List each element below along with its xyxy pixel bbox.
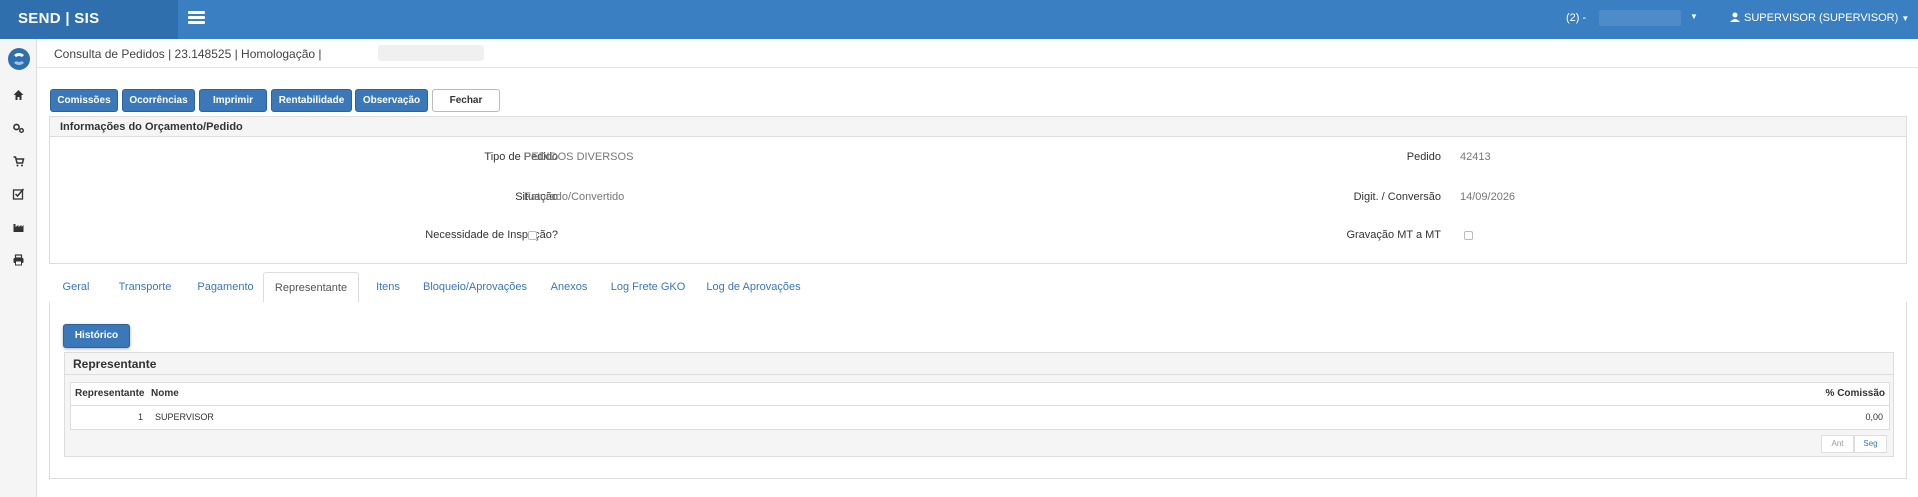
observacao-button[interactable]: Observação xyxy=(355,89,428,112)
user-name: SUPERVISOR (SUPERVISOR) xyxy=(1744,12,1899,24)
print-icon[interactable] xyxy=(12,254,25,266)
fechar-button[interactable]: Fechar xyxy=(432,89,500,112)
tab-itens[interactable]: Itens xyxy=(366,272,410,303)
tab-log-aprovacoes[interactable]: Log de Aprovações xyxy=(698,272,809,303)
digit-conversao-label: Digit. / Conversão xyxy=(1353,191,1441,203)
tipo-pedido-value: PEDIDOS DIVERSOS xyxy=(524,151,634,163)
left-sidebar xyxy=(0,39,37,497)
page-header: Consulta de Pedidos | 23.148525 | Homolo… xyxy=(37,39,1918,68)
tab-transporte[interactable]: Transporte xyxy=(107,272,183,303)
digit-conversao-value: 14/09/2026 xyxy=(1460,191,1516,203)
gravacao-label: Gravação MT a MT xyxy=(1346,229,1441,241)
menu-toggle-icon[interactable] xyxy=(188,11,205,25)
checklist-icon[interactable] xyxy=(12,188,25,200)
ocorrencias-button[interactable]: Ocorrências xyxy=(122,89,195,112)
environment-name-redacted xyxy=(378,45,484,61)
tab-bloqueio-aprovacoes[interactable]: Bloqueio/Aprovações xyxy=(414,272,536,303)
column-header-comissao[interactable]: % Comissão xyxy=(1826,383,1885,405)
pedido-value: 42413 xyxy=(1460,151,1491,163)
user-icon xyxy=(1730,12,1740,22)
chevron-down-icon: ▼ xyxy=(1901,14,1910,23)
tab-anexos[interactable]: Anexos xyxy=(540,272,598,303)
column-header-nome[interactable]: Nome xyxy=(151,383,179,405)
pedido-label: Pedido xyxy=(1406,151,1441,163)
cell-comissao: 0,00 xyxy=(1865,412,1883,422)
app-brand[interactable]: SEND | SIS xyxy=(0,0,178,39)
situacao-value: Faturado/Convertido xyxy=(524,191,625,203)
factory-icon[interactable] xyxy=(12,221,25,233)
comissoes-button[interactable]: Comissões xyxy=(50,89,118,112)
top-navbar: SEND | SIS (2) - ▼ SUPERVISOR (SUPERVISO… xyxy=(0,0,1918,39)
tab-representante[interactable]: Representante xyxy=(263,272,359,304)
order-info-panel: Informações do Orçamento/Pedido Tipo de … xyxy=(49,116,1907,264)
imprimir-button[interactable]: Imprimir xyxy=(199,89,267,112)
representante-panel-title: Representante xyxy=(65,353,1893,375)
representante-grid: Representante Nome % Comissão 1 SUPERVIS… xyxy=(70,382,1890,430)
gears-icon[interactable] xyxy=(12,122,25,134)
tab-log-frete-gko[interactable]: Log Frete GKO xyxy=(602,272,694,303)
inspecao-label: Necessidade de Inspeção? xyxy=(425,229,558,241)
cell-codigo: 1 xyxy=(137,412,143,422)
branch-selector[interactable]: (2) - xyxy=(1566,12,1586,24)
tab-geral[interactable]: Geral xyxy=(51,272,101,303)
home-icon[interactable] xyxy=(12,89,25,101)
pager-next-button[interactable]: Seg xyxy=(1854,435,1887,453)
rentabilidade-button[interactable]: Rentabilidade xyxy=(271,89,352,112)
user-menu[interactable]: SUPERVISOR (SUPERVISOR) ▼ xyxy=(1730,12,1909,24)
column-header-representante[interactable]: Representante xyxy=(75,383,144,405)
gravacao-checkbox[interactable] xyxy=(1464,231,1473,240)
inspecao-checkbox[interactable] xyxy=(528,231,537,240)
chevron-down-icon[interactable]: ▼ xyxy=(1690,12,1698,21)
representante-panel: Representante Representante Nome % Comis… xyxy=(64,352,1894,457)
cell-nome: SUPERVISOR xyxy=(155,412,214,422)
cart-icon[interactable] xyxy=(12,155,25,167)
order-info-title: Informações do Orçamento/Pedido xyxy=(50,117,1906,137)
tab-pagamento[interactable]: Pagamento xyxy=(188,272,263,303)
tab-bar: Geral Transporte Pagamento Representante… xyxy=(49,272,1907,304)
page-title: Consulta de Pedidos | 23.148525 | Homolo… xyxy=(54,47,322,61)
app-logo-icon[interactable] xyxy=(7,47,31,71)
historico-button[interactable]: Histórico xyxy=(63,324,130,348)
grid-header-divider xyxy=(71,405,1889,406)
pager-prev-button[interactable]: Ant xyxy=(1821,435,1854,453)
branch-name-redacted xyxy=(1599,10,1681,26)
